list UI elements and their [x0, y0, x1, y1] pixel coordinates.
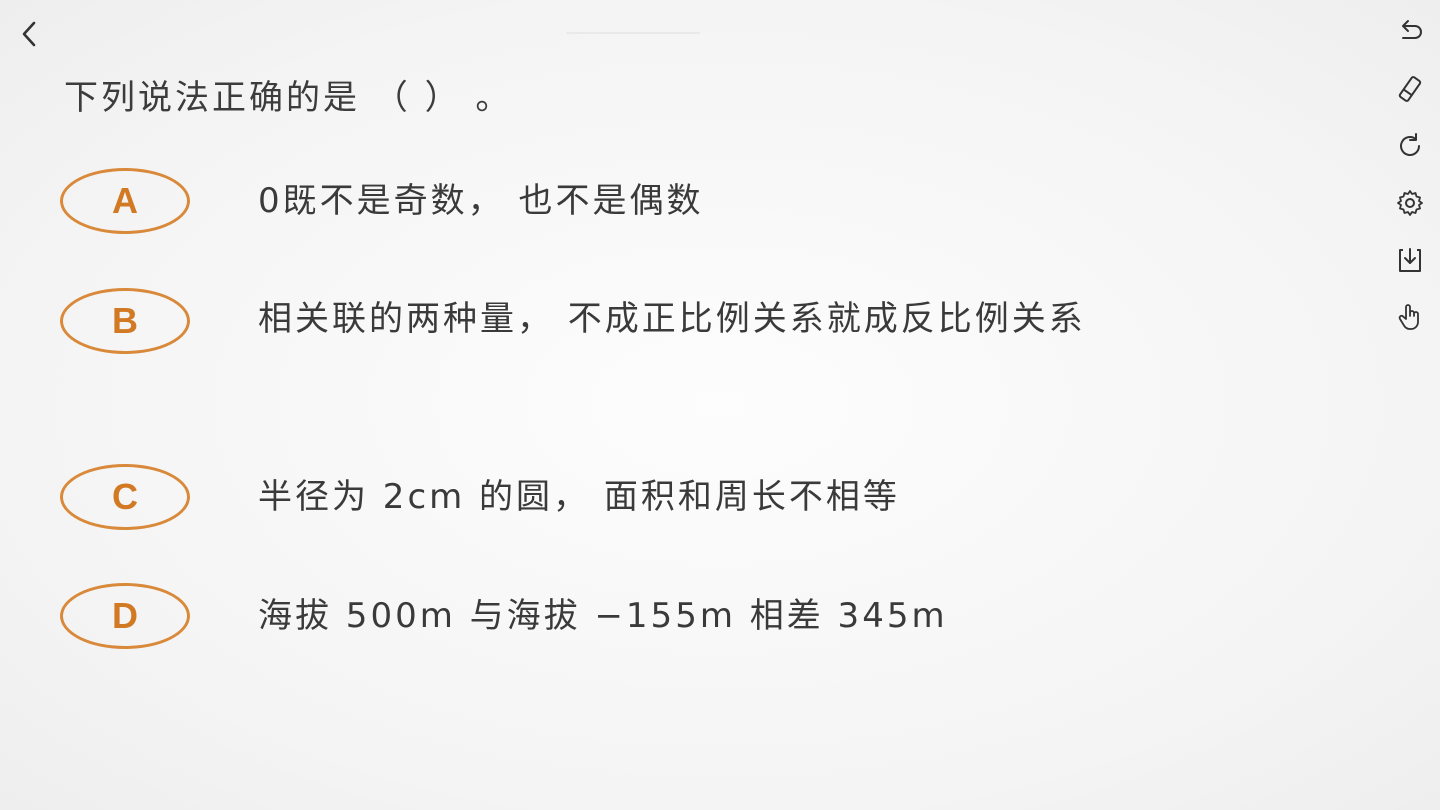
question-screen: 下列说法正确的是 （ ） 。 A 0既不是奇数， 也不是偶数 B 相关联的两种量…	[0, 0, 1440, 810]
refresh-icon	[1400, 133, 1420, 156]
download-button[interactable]	[1392, 242, 1428, 278]
eraser-icon	[1398, 76, 1422, 102]
option-c-text: 半径为 2cm 的圆， 面积和周长不相等	[258, 477, 900, 517]
option-b-badge[interactable]: B	[60, 288, 190, 354]
refresh-button[interactable]	[1392, 128, 1428, 164]
option-b-text: 相关联的两种量， 不成正比例关系就成反比例关系	[258, 299, 1086, 339]
option-d-text: 海拔 500m 与海拔 −155m 相差 345m	[258, 596, 948, 636]
option-b[interactable]: B 相关联的两种量， 不成正比例关系就成反比例关系	[60, 288, 1360, 354]
option-a-badge[interactable]: A	[60, 168, 190, 234]
hand-pointer-icon	[1398, 304, 1419, 330]
undo-button[interactable]	[1392, 14, 1428, 50]
settings-button[interactable]	[1392, 185, 1428, 221]
option-c-badge[interactable]: C	[60, 464, 190, 530]
option-a[interactable]: A 0既不是奇数， 也不是偶数	[60, 168, 1360, 234]
option-c[interactable]: C 半径为 2cm 的圆， 面积和周长不相等	[60, 464, 1360, 530]
undo-icon	[1402, 20, 1422, 39]
option-a-text: 0既不是奇数， 也不是偶数	[258, 181, 704, 221]
option-d-badge[interactable]: D	[60, 583, 190, 649]
option-d[interactable]: D 海拔 500m 与海拔 −155m 相差 345m	[60, 583, 1360, 649]
hand-pointer-button[interactable]	[1392, 299, 1428, 335]
settings-icon	[1397, 190, 1423, 216]
download-icon	[1399, 248, 1421, 272]
top-indicator	[566, 32, 700, 34]
side-toolbar	[1390, 14, 1430, 356]
eraser-button[interactable]	[1392, 71, 1428, 107]
chevron-left-icon	[22, 21, 36, 47]
back-button[interactable]	[14, 16, 44, 52]
question-text: 下列说法正确的是 （ ） 。	[64, 78, 513, 118]
